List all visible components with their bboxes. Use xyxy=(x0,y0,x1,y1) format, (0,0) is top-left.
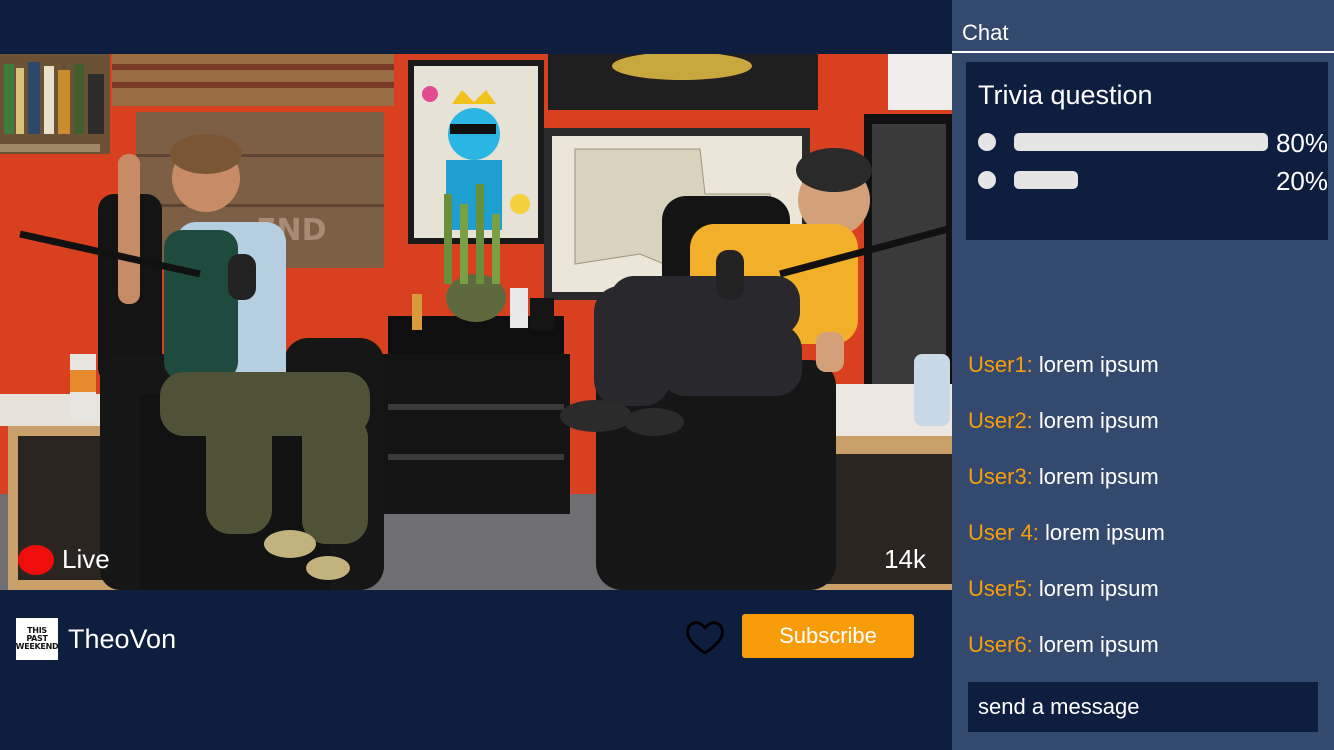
chat-message: User6: lorem ipsum xyxy=(968,632,1165,688)
chat-message-text: lorem ipsum xyxy=(1038,408,1159,433)
chat-divider xyxy=(952,51,1334,53)
live-label: Live xyxy=(62,544,110,574)
poll-option[interactable]: 20% xyxy=(978,166,1328,196)
stream-panel: END Live 14k THIS PAST WEEKEND TheoVon S… xyxy=(0,0,952,750)
chat-username[interactable]: User2: xyxy=(968,408,1033,433)
poll-bar xyxy=(1014,171,1078,189)
chat-panel: Chat Trivia question 80% 20% User1: lore… xyxy=(952,0,1334,750)
chat-username[interactable]: User 4: xyxy=(968,520,1039,545)
trivia-title: Trivia question xyxy=(978,80,1153,110)
chat-message: User3: lorem ipsum xyxy=(968,464,1165,520)
heart-outline-icon[interactable] xyxy=(684,619,726,657)
chat-message: User5: lorem ipsum xyxy=(968,576,1165,632)
poll-percent: 20% xyxy=(1275,166,1328,196)
channel-logo[interactable]: THIS PAST WEEKEND xyxy=(15,618,59,660)
channel-name[interactable]: TheoVon xyxy=(68,624,176,655)
chat-message-text: lorem ipsum xyxy=(1045,520,1165,545)
video-frame-image: END xyxy=(0,54,952,590)
live-dot-icon xyxy=(18,544,54,575)
chat-message: User 4: lorem ipsum xyxy=(968,520,1165,576)
live-badge: Live xyxy=(18,544,110,575)
poll-option[interactable]: 80% xyxy=(978,128,1328,158)
chat-message-text: lorem ipsum xyxy=(1038,576,1159,601)
subscribe-button[interactable]: Subscribe xyxy=(742,614,914,658)
chat-message-text: lorem ipsum xyxy=(1038,352,1159,377)
chat-message: User2: lorem ipsum xyxy=(968,408,1165,464)
video-player[interactable]: END xyxy=(0,54,952,590)
viewer-count: 14k xyxy=(884,544,926,574)
chat-title: Chat xyxy=(962,20,1009,45)
poll-radio-icon[interactable] xyxy=(978,171,996,189)
chat-message-text: lorem ipsum xyxy=(1038,632,1159,657)
trivia-poll: Trivia question 80% 20% xyxy=(966,62,1328,240)
poll-radio-icon[interactable] xyxy=(978,133,996,151)
chat-username[interactable]: User5: xyxy=(968,576,1033,601)
chat-message: User1: lorem ipsum xyxy=(968,352,1165,408)
chat-username[interactable]: User6: xyxy=(968,632,1033,657)
chat-message-input[interactable] xyxy=(968,682,1318,732)
chat-messages: User1: lorem ipsum User2: lorem ipsum Us… xyxy=(968,352,1165,688)
chat-username[interactable]: User1: xyxy=(968,352,1033,377)
chat-message-text: lorem ipsum xyxy=(1038,464,1159,489)
channel-logo-text-line: WEEKEND xyxy=(15,642,59,651)
poll-bar xyxy=(1014,133,1268,151)
chat-username[interactable]: User3: xyxy=(968,464,1033,489)
poll-percent: 80% xyxy=(1275,128,1328,158)
